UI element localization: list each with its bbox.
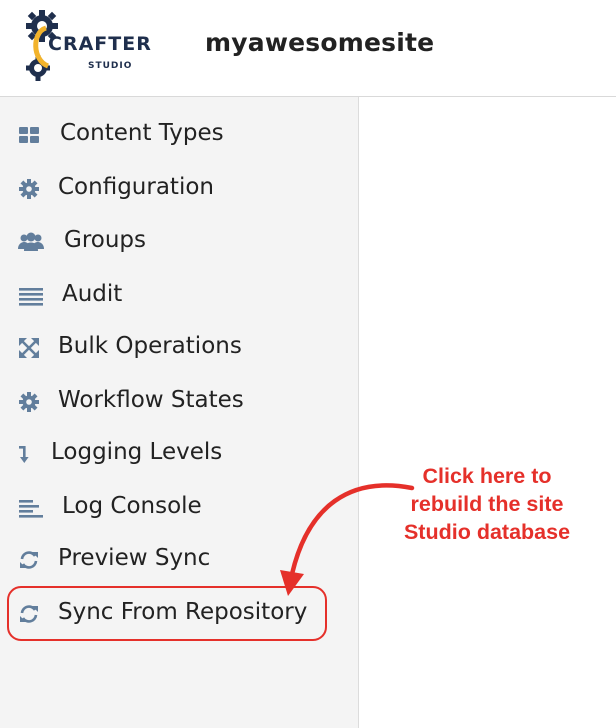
site-name: myawesomesite <box>205 28 435 57</box>
annotation-line: rebuild the site <box>410 492 564 516</box>
crafter-studio-logo[interactable]: CRAFTER STUDIO <box>26 10 166 84</box>
grid-icon <box>19 127 39 143</box>
align-left-icon <box>19 500 43 518</box>
users-icon <box>18 232 44 251</box>
app-header: CRAFTER STUDIO myawesomesite <box>0 0 616 97</box>
annotation-line: Studio database <box>403 520 571 544</box>
logo-brand-text: CRAFTER <box>48 33 152 55</box>
sidebar-item-configuration[interactable]: Configuration <box>0 168 358 208</box>
gear-icon <box>19 392 39 412</box>
expand-arrows-icon <box>19 338 39 358</box>
sidebar-item-label: Log Console <box>62 493 202 519</box>
gear-icon <box>19 179 39 199</box>
sidebar-item-label: Audit <box>62 281 123 307</box>
sidebar-item-label: Workflow States <box>58 387 244 413</box>
refresh-icon <box>20 551 38 569</box>
list-icon <box>19 288 43 306</box>
sidebar-item-groups[interactable]: Groups <box>0 221 358 261</box>
sidebar-item-bulk-operations[interactable]: Bulk Operations <box>0 327 358 367</box>
logo-product-text: STUDIO <box>88 61 132 71</box>
sidebar-item-label: Groups <box>64 227 147 253</box>
sidebar-item-logging-levels[interactable]: Logging Levels <box>0 433 358 473</box>
sidebar-item-label: Bulk Operations <box>58 333 242 359</box>
sidebar-item-audit[interactable]: Audit <box>0 275 358 315</box>
sidebar-item-label: Content Types <box>60 120 224 146</box>
sidebar-item-content-types[interactable]: Content Types <box>0 114 358 154</box>
annotation-line: Click here to <box>422 464 552 488</box>
sidebar-item-workflow-states[interactable]: Workflow States <box>0 381 358 421</box>
sidebar-item-label: Logging Levels <box>51 439 223 465</box>
sidebar-item-label: Configuration <box>58 174 214 200</box>
annotation-callout: Click here to rebuild the site Studio da… <box>378 462 596 546</box>
level-down-icon <box>19 446 29 463</box>
sidebar-item-label: Preview Sync <box>58 545 211 571</box>
main-content-area <box>359 97 616 728</box>
